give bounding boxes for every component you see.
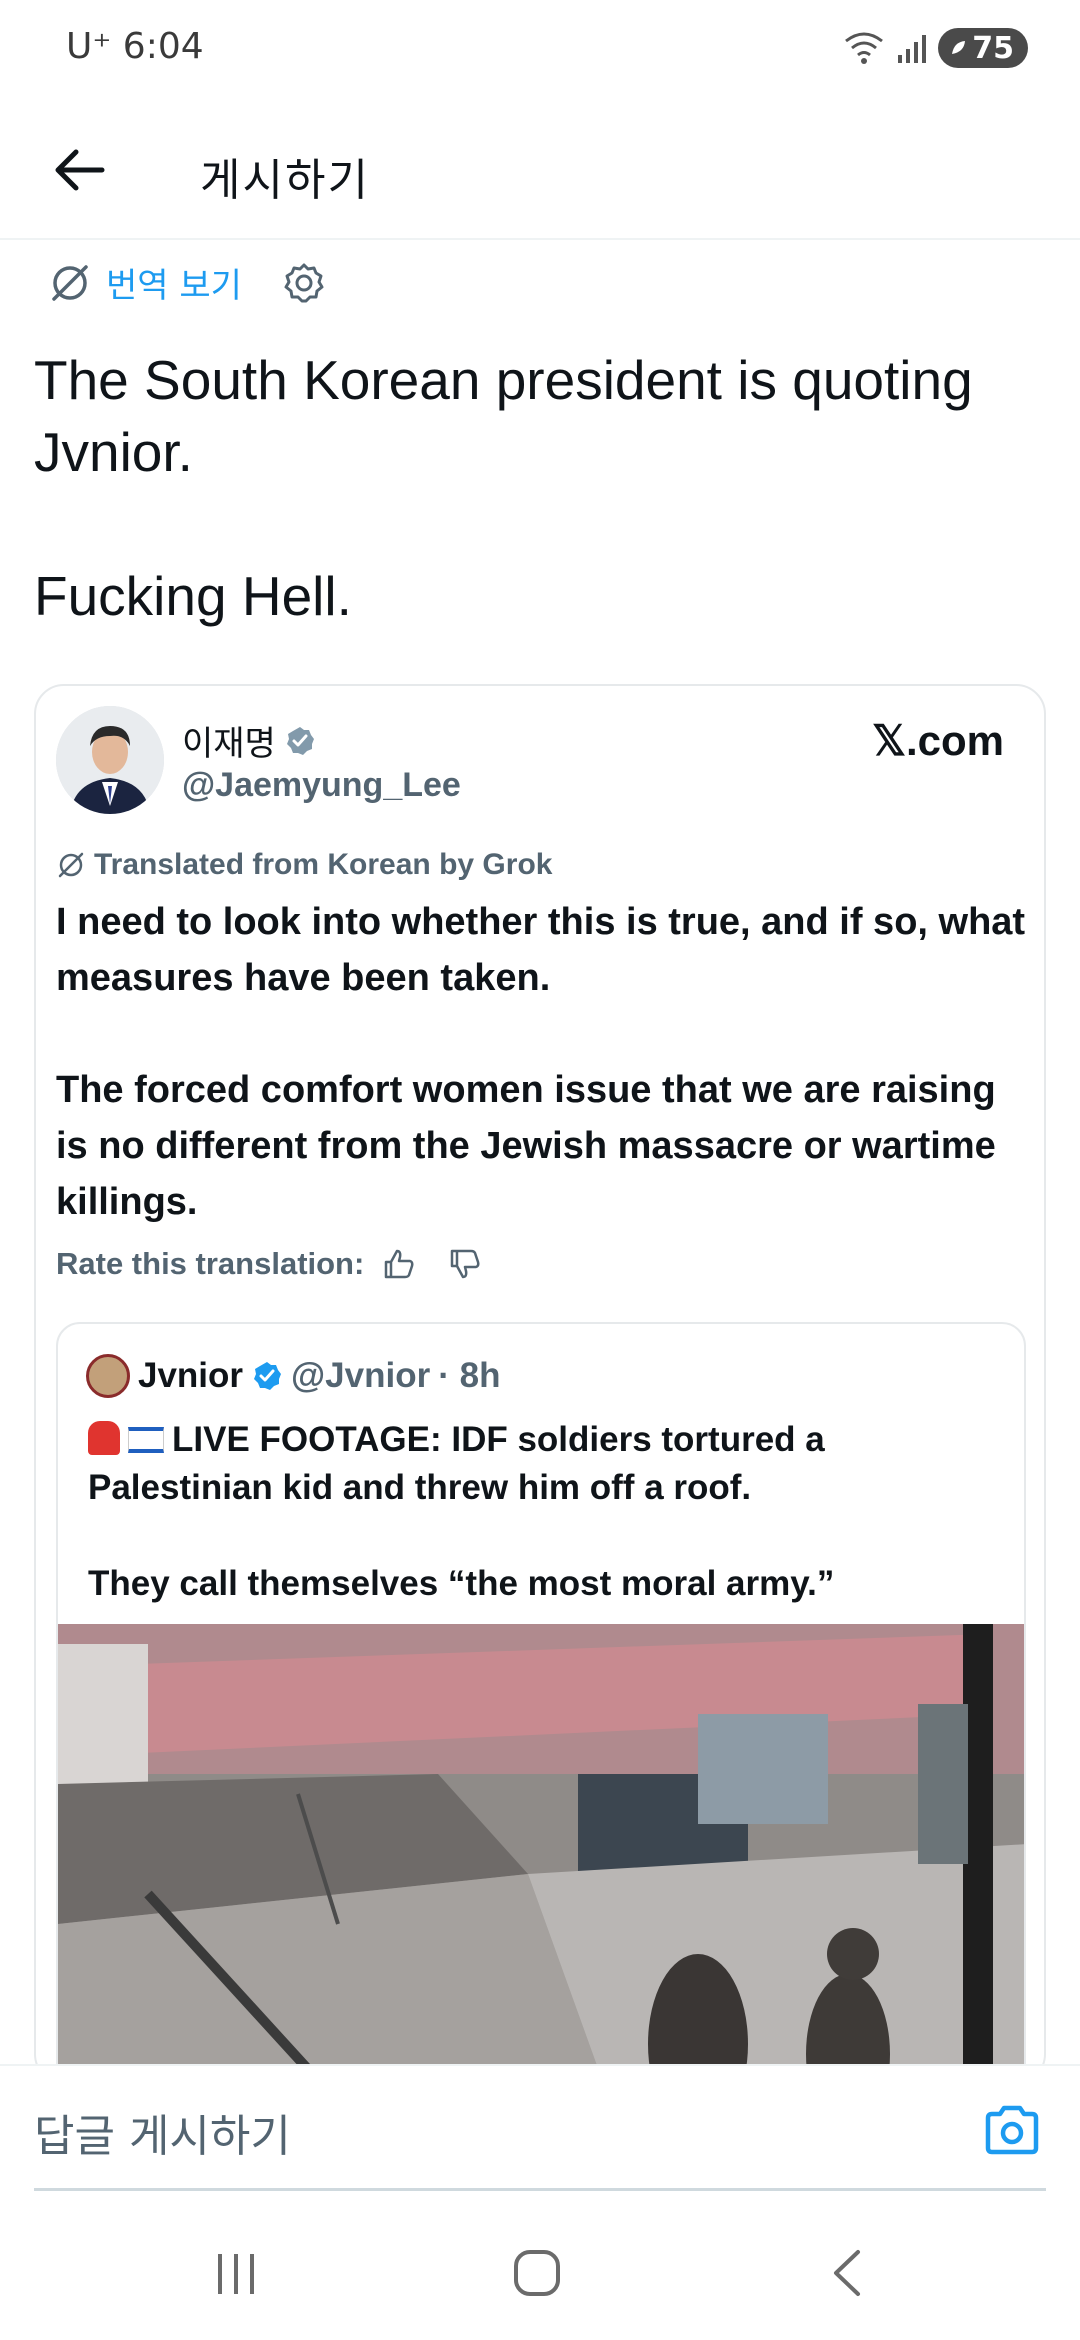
- rate-translation-row: Rate this translation:: [56, 1246, 482, 1282]
- quoted-author-handle[interactable]: @Jvnior: [291, 1356, 430, 1396]
- signal-icon: [898, 35, 927, 63]
- grok-label-text: Translated from Korean by Grok: [94, 848, 553, 881]
- avatar[interactable]: [56, 706, 164, 814]
- post-paragraph: The South Korean president is quoting Jv…: [34, 349, 973, 483]
- quoted-post-time: · 8h: [438, 1356, 501, 1395]
- quoted-author-name[interactable]: Jvnior: [138, 1356, 243, 1396]
- quoted-video-thumbnail[interactable]: [58, 1624, 1024, 2082]
- battery-level: 75: [972, 30, 1014, 66]
- author-name-text[interactable]: 이재명: [182, 716, 276, 765]
- translated-text: I need to look into whether this is true…: [56, 894, 1026, 1230]
- quoted-headline: LIVE FOOTAGE: IDF soldiers tortured a Pa…: [88, 1420, 825, 1507]
- thumbs-down-icon[interactable]: [448, 1247, 482, 1281]
- post-text: The South Korean president is quoting Jv…: [34, 344, 1044, 632]
- carrier-time: U⁺ 6:04: [66, 26, 204, 67]
- top-bar: 게시하기: [0, 100, 1080, 240]
- system-nav-bar: [0, 2200, 1080, 2340]
- verified-badge-icon: [254, 1362, 282, 1390]
- siren-emoji-icon: [88, 1421, 120, 1455]
- wifi-icon: [845, 32, 884, 64]
- recents-icon[interactable]: [212, 2248, 262, 2298]
- grok-translation-label: Translated from Korean by Grok: [56, 848, 552, 882]
- rate-label: Rate this translation:: [56, 1246, 365, 1281]
- translate-row[interactable]: 번역 보기: [48, 258, 326, 307]
- reply-bar: 답글 게시하기: [0, 2064, 1080, 2194]
- gear-icon[interactable]: [282, 261, 326, 305]
- translate-icon: [52, 264, 88, 301]
- site-label: 𝕏.com: [872, 717, 1004, 764]
- translate-label[interactable]: 번역 보기: [106, 258, 242, 307]
- status-bar: U⁺ 6:04 75: [0, 0, 1080, 100]
- israel-flag-icon: [128, 1427, 164, 1453]
- quoted-post-card[interactable]: Jvnior @Jvnior · 8h LIVE FOOTAGE: IDF so…: [56, 1322, 1026, 2082]
- nav-back-icon[interactable]: [822, 2246, 872, 2300]
- quoted-line: They call themselves “the most moral arm…: [88, 1564, 835, 1603]
- verified-badge-icon: [286, 726, 314, 755]
- thumbs-up-icon[interactable]: [382, 1247, 416, 1281]
- battery-icon: 75: [938, 28, 1028, 68]
- home-icon[interactable]: [512, 2248, 562, 2298]
- reply-divider: [34, 2188, 1046, 2191]
- translated-paragraph: I need to look into whether this is true…: [56, 901, 1026, 999]
- camera-icon[interactable]: [984, 2104, 1040, 2156]
- post-paragraph: Fucking Hell.: [34, 565, 352, 627]
- quoted-post-text: LIVE FOOTAGE: IDF soldiers tortured a Pa…: [88, 1416, 1008, 1608]
- quoted-post-header: Jvnior @Jvnior · 8h: [86, 1354, 500, 1398]
- author-handle[interactable]: @Jaemyung_Lee: [182, 766, 461, 805]
- author-name[interactable]: 이재명: [182, 716, 316, 765]
- page-title: 게시하기: [200, 155, 370, 206]
- translated-paragraph: The forced comfort women issue that we a…: [56, 1069, 996, 1223]
- embedded-post-card[interactable]: 이재명 @Jaemyung_Lee 𝕏.com Translated from …: [34, 684, 1046, 2084]
- reply-input[interactable]: 답글 게시하기: [34, 2100, 291, 2164]
- back-arrow-icon[interactable]: [46, 136, 114, 204]
- status-icons: 75: [844, 28, 1028, 68]
- quoted-avatar[interactable]: [86, 1354, 130, 1398]
- translate-icon: [58, 852, 84, 878]
